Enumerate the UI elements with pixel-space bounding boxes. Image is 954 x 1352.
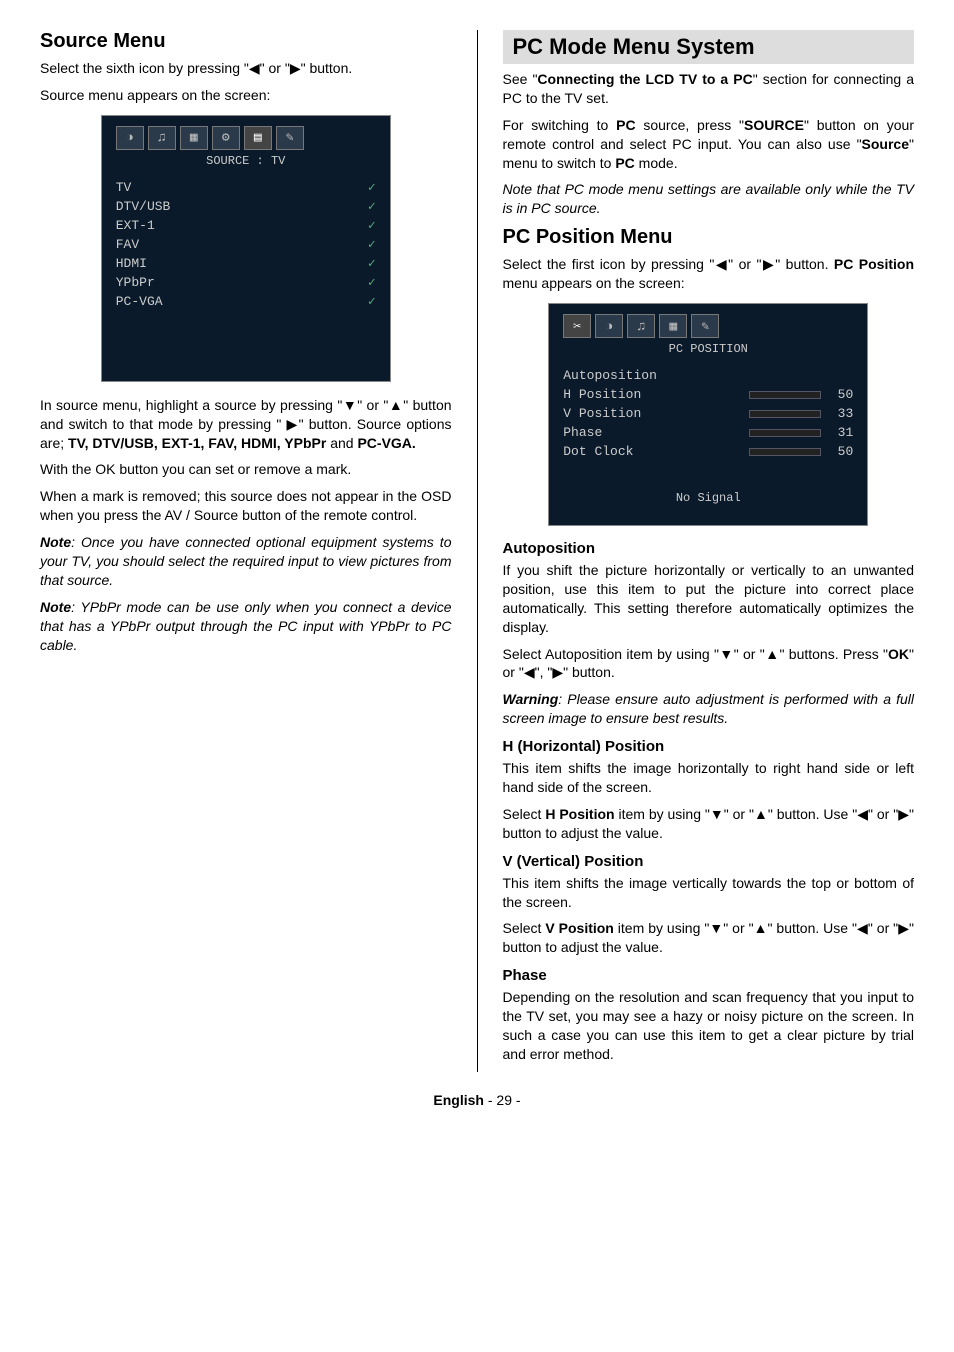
source-osd: ◑ ♫ ▦ ⚙ ▤ ✎ SOURCE : TV TV ✓ DTV/USB ✓ EXT… <box>101 115 391 382</box>
pc-position-osd: ✂ ◑ ♫ ▦ ✎ PC POSITION Autoposition H Pos… <box>548 303 868 526</box>
check-icon: ✓ <box>368 218 376 233</box>
right-arrow-icon: ▶ <box>290 60 301 76</box>
osd-tab-feature-icon: ▦ <box>659 314 687 338</box>
footer-language: English <box>433 1092 484 1108</box>
source-item: DTV/USB <box>116 199 171 214</box>
osd-tab-source-icon: ✎ <box>691 314 719 338</box>
pc-mode-banner: PC Mode Menu System <box>503 30 915 64</box>
left-arrow-icon: ◀ <box>857 920 868 936</box>
source-osd-title: SOURCE : TV <box>116 154 376 168</box>
check-icon: ✓ <box>368 294 376 309</box>
source-item: YPbPr <box>116 275 155 290</box>
pc-osd-row-label: V Position <box>563 406 741 421</box>
slider-icon <box>749 410 821 418</box>
source-osd-tabs: ◑ ♫ ▦ ⚙ ▤ ✎ <box>116 126 376 150</box>
h-position-desc: This item shifts the image horizontally … <box>503 759 915 797</box>
osd-tab-sound-icon: ♫ <box>148 126 176 150</box>
source-item: EXT-1 <box>116 218 155 233</box>
source-menu-note-1: Note: Once you have connected optional e… <box>40 533 452 590</box>
right-arrow-icon: ▶ <box>552 664 563 680</box>
pc-mode-note: Note that PC mode menu settings are avai… <box>503 180 915 218</box>
left-arrow-icon: ◀ <box>857 806 868 822</box>
source-item: PC-VGA <box>116 294 163 309</box>
pc-position-heading: PC Position Menu <box>503 226 915 249</box>
column-divider <box>477 30 478 1072</box>
osd-tab-source-icon: ▤ <box>244 126 272 150</box>
down-arrow-icon: ▼ <box>709 920 723 936</box>
up-arrow-icon: ▲ <box>754 920 768 936</box>
osd-tab-picture-icon: ◑ <box>595 314 623 338</box>
pc-mode-see: See "Connecting the LCD TV to a PC" sect… <box>503 70 915 108</box>
v-position-heading: V (Vertical) Position <box>503 853 915 870</box>
source-item: TV <box>116 180 132 195</box>
pc-osd-row-label: Dot Clock <box>563 444 741 459</box>
slider-icon <box>749 391 821 399</box>
up-arrow-icon: ▲ <box>765 646 780 662</box>
check-icon: ✓ <box>368 180 376 195</box>
left-arrow-icon: ◀ <box>249 60 260 76</box>
right-arrow-icon: ▶ <box>287 416 299 432</box>
left-arrow-icon: ◀ <box>524 664 535 680</box>
h-position-select: Select H Position item by using "▼" or "… <box>503 805 915 843</box>
source-menu-intro-2: Source menu appears on the screen: <box>40 86 452 105</box>
pc-osd-title: PC POSITION <box>563 342 853 356</box>
up-arrow-icon: ▲ <box>754 806 768 822</box>
v-position-select: Select V Position item by using "▼" or "… <box>503 919 915 957</box>
source-menu-nav: In source menu, highlight a source by pr… <box>40 396 452 453</box>
phase-desc: Depending on the resolution and scan fre… <box>503 988 915 1064</box>
right-arrow-icon: ▶ <box>761 256 775 272</box>
osd-tab-install-icon: ⚙ <box>212 126 240 150</box>
source-item: HDMI <box>116 256 147 271</box>
autoposition-desc: If you shift the picture horizontally or… <box>503 561 915 637</box>
source-item: FAV <box>116 237 139 252</box>
check-icon: ✓ <box>368 256 376 271</box>
pc-osd-row-value: 50 <box>829 444 853 459</box>
up-arrow-icon: ▲ <box>388 397 403 413</box>
pc-osd-row-label: Phase <box>563 425 741 440</box>
source-menu-note-2: Note: YPbPr mode can be use only when yo… <box>40 598 452 655</box>
check-icon: ✓ <box>368 199 376 214</box>
right-column: PC Mode Menu System See "Connecting the … <box>503 30 915 1072</box>
osd-tab-pcpos-icon: ✂ <box>563 314 591 338</box>
source-menu-ok: With the OK button you can set or remove… <box>40 460 452 479</box>
pc-position-intro: Select the first icon by pressing "◀" or… <box>503 255 915 293</box>
pc-osd-row-value: 33 <box>829 406 853 421</box>
footer-page-number: - 29 - <box>484 1092 521 1108</box>
pc-osd-tabs: ✂ ◑ ♫ ▦ ✎ <box>563 314 853 338</box>
pc-osd-row-value: 31 <box>829 425 853 440</box>
right-arrow-icon: ▶ <box>898 806 909 822</box>
right-arrow-icon: ▶ <box>898 920 909 936</box>
left-column: Source Menu Select the sixth icon by pre… <box>40 30 452 1072</box>
osd-tab-picture-icon: ◑ <box>116 126 144 150</box>
pc-osd-row-label: Autoposition <box>563 368 853 383</box>
check-icon: ✓ <box>368 237 376 252</box>
v-position-desc: This item shifts the image vertically to… <box>503 874 915 912</box>
left-arrow-icon: ◀ <box>714 256 728 272</box>
slider-icon <box>749 429 821 437</box>
pc-osd-row-value: 50 <box>829 387 853 402</box>
down-arrow-icon: ▼ <box>710 806 724 822</box>
pc-osd-row-label: H Position <box>563 387 741 402</box>
autoposition-select: Select Autoposition item by using "▼" or… <box>503 645 915 683</box>
check-icon: ✓ <box>368 275 376 290</box>
source-menu-heading: Source Menu <box>40 30 452 53</box>
pc-mode-switch: For switching to PC source, press "SOURC… <box>503 116 915 173</box>
down-arrow-icon: ▼ <box>719 646 734 662</box>
osd-tab-pc-icon: ✎ <box>276 126 304 150</box>
source-menu-intro-1: Select the sixth icon by pressing "◀" or… <box>40 59 452 78</box>
osd-tab-sound-icon: ♫ <box>627 314 655 338</box>
pc-osd-footer: No Signal <box>563 491 853 505</box>
source-menu-mark-removed: When a mark is removed; this source does… <box>40 487 452 525</box>
slider-icon <box>749 448 821 456</box>
autoposition-warning: Warning: Please ensure auto adjustment i… <box>503 690 915 728</box>
down-arrow-icon: ▼ <box>342 397 357 413</box>
phase-heading: Phase <box>503 967 915 984</box>
h-position-heading: H (Horizontal) Position <box>503 738 915 755</box>
page-footer: English - 29 - <box>40 1092 914 1108</box>
autoposition-heading: Autoposition <box>503 540 915 557</box>
osd-tab-feature-icon: ▦ <box>180 126 208 150</box>
